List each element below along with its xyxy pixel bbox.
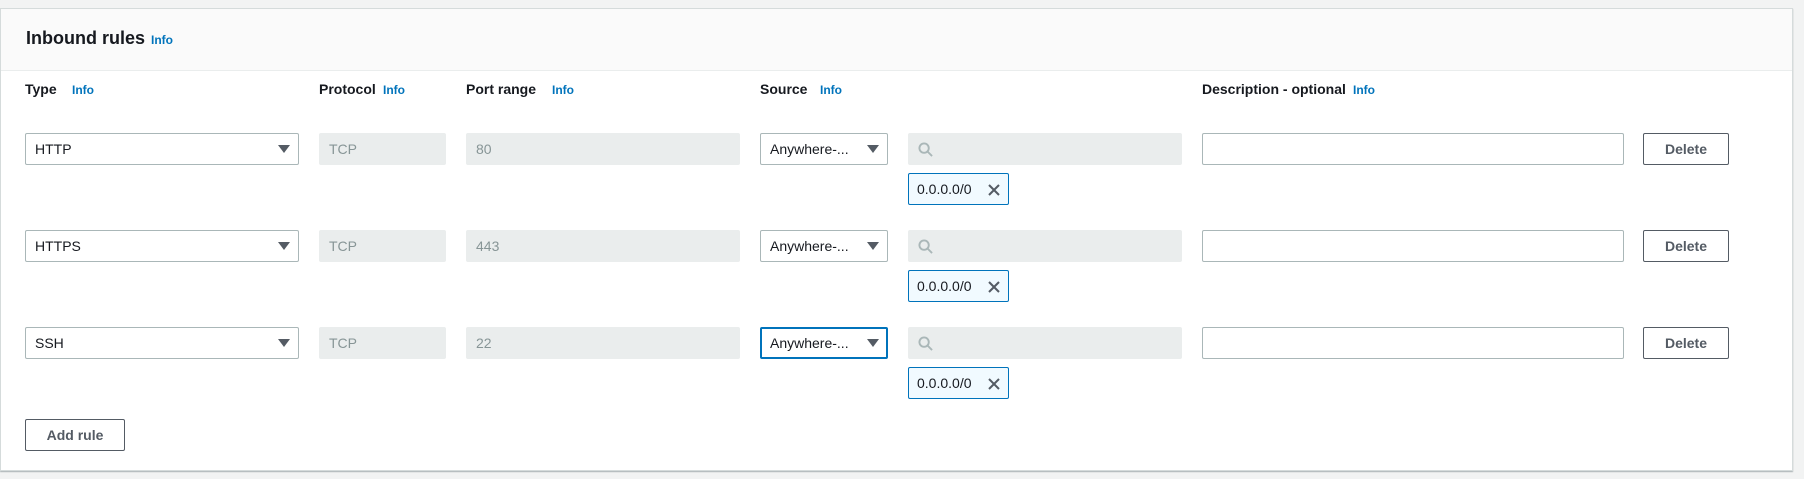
- column-header-port-range: Port range: [466, 81, 537, 97]
- caret-down-icon: [278, 145, 290, 153]
- close-icon[interactable]: [986, 182, 1002, 198]
- port-range-field: 80: [466, 133, 740, 165]
- source-select-value: Anywhere-...: [770, 141, 849, 157]
- search-icon: [918, 336, 933, 351]
- cidr-search-input[interactable]: [908, 230, 1182, 262]
- type-select[interactable]: HTTP: [25, 133, 299, 165]
- column-header-protocol: Protocol: [319, 81, 376, 97]
- description-input[interactable]: [1202, 133, 1624, 165]
- column-header-source: Source: [760, 81, 808, 97]
- delete-button[interactable]: Delete: [1643, 230, 1729, 262]
- source-select[interactable]: Anywhere-...: [760, 133, 888, 165]
- description-input[interactable]: [1202, 230, 1624, 262]
- description-input[interactable]: [1202, 327, 1624, 359]
- description-info-link[interactable]: Info: [1353, 83, 1375, 97]
- search-icon: [918, 142, 933, 157]
- type-select-value: HTTPS: [35, 238, 81, 254]
- source-select-value: Anywhere-...: [770, 238, 849, 254]
- port-range-field: 443: [466, 230, 740, 262]
- protocol-field: TCP: [319, 133, 446, 165]
- close-icon[interactable]: [986, 376, 1002, 392]
- delete-button[interactable]: Delete: [1643, 133, 1729, 165]
- port-range-field: 22: [466, 327, 740, 359]
- cidr-token-label: 0.0.0.0/0: [917, 375, 972, 391]
- port-range-info-link[interactable]: Info: [552, 83, 574, 97]
- cidr-search-input[interactable]: [908, 133, 1182, 165]
- protocol-info-link[interactable]: Info: [383, 83, 405, 97]
- source-select[interactable]: Anywhere-...: [760, 327, 888, 359]
- caret-down-icon: [867, 339, 879, 347]
- caret-down-icon: [278, 339, 290, 347]
- cidr-token: 0.0.0.0/0: [908, 367, 1009, 399]
- caret-down-icon: [278, 242, 290, 250]
- type-select[interactable]: HTTPS: [25, 230, 299, 262]
- source-select-value: Anywhere-...: [770, 335, 849, 351]
- column-header-type: Type: [25, 81, 57, 97]
- cidr-token-label: 0.0.0.0/0: [917, 278, 972, 294]
- protocol-field: TCP: [319, 327, 446, 359]
- cidr-token: 0.0.0.0/0: [908, 173, 1009, 205]
- close-icon[interactable]: [986, 279, 1002, 295]
- type-info-link[interactable]: Info: [72, 83, 94, 97]
- panel-header: Inbound rules Info: [1, 9, 1792, 71]
- cidr-search-input[interactable]: [908, 327, 1182, 359]
- column-header-description: Description - optional: [1202, 81, 1346, 97]
- panel-info-link[interactable]: Info: [151, 33, 173, 47]
- type-select[interactable]: SSH: [25, 327, 299, 359]
- source-select[interactable]: Anywhere-...: [760, 230, 888, 262]
- type-select-value: SSH: [35, 335, 64, 351]
- caret-down-icon: [867, 145, 879, 153]
- delete-button[interactable]: Delete: [1643, 327, 1729, 359]
- search-icon: [918, 239, 933, 254]
- cidr-token-label: 0.0.0.0/0: [917, 181, 972, 197]
- type-select-value: HTTP: [35, 141, 72, 157]
- add-rule-button[interactable]: Add rule: [25, 419, 125, 451]
- source-info-link[interactable]: Info: [820, 83, 842, 97]
- protocol-field: TCP: [319, 230, 446, 262]
- panel-title: Inbound rules: [26, 28, 145, 48]
- cidr-token: 0.0.0.0/0: [908, 270, 1009, 302]
- caret-down-icon: [867, 242, 879, 250]
